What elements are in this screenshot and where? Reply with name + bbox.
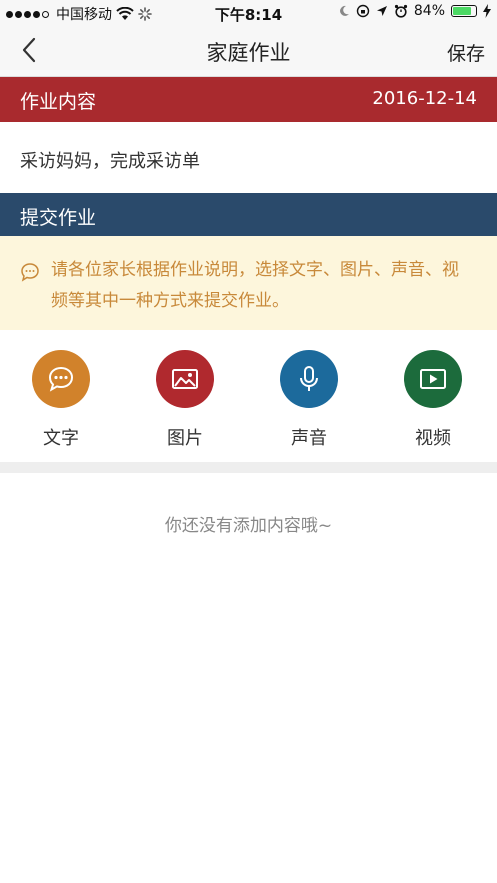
video-method-label: 视频	[415, 428, 451, 449]
homework-description: 采访妈妈，完成采访单	[20, 151, 200, 172]
homework-content-header: 作业内容 2016-12-14	[0, 77, 497, 122]
empty-state-message: 你还没有添加内容哦~	[164, 516, 333, 536]
video-method-button[interactable]: 视频	[388, 350, 478, 450]
image-method-button[interactable]: 图片	[140, 350, 230, 450]
section-divider	[0, 462, 497, 473]
image-icon	[172, 369, 198, 389]
save-button[interactable]: 保存	[447, 39, 485, 66]
orientation-lock-icon	[356, 4, 370, 18]
homework-content-label: 作业内容	[20, 91, 97, 113]
microphone-icon	[300, 366, 318, 391]
moon-icon	[339, 5, 349, 16]
battery-percent: 84%	[413, 3, 445, 19]
alarm-icon	[394, 4, 407, 18]
audio-method-label: 声音	[291, 428, 327, 449]
speech-bubble-icon	[21, 263, 39, 282]
audio-method-button[interactable]: 声音	[264, 350, 354, 450]
submit-notice: 请各位家长根据作业说明，选择文字、图片、声音、视频等其中一种方式来提交作业。	[0, 236, 497, 330]
video-icon	[420, 369, 446, 389]
page-title: 家庭作业	[206, 41, 291, 65]
submit-homework-header: 提交作业	[0, 193, 497, 236]
charging-icon	[483, 4, 491, 18]
chat-icon	[48, 366, 74, 392]
battery-icon	[451, 5, 477, 17]
text-method-label: 文字	[43, 428, 79, 449]
audio-method-circle	[280, 350, 338, 408]
homework-date: 2016-12-14	[372, 88, 477, 109]
navigation-bar: 家庭作业 保存	[0, 26, 497, 77]
notice-text: 请各位家长根据作业说明，选择文字、图片、声音、视频等其中一种方式来提交作业。	[51, 260, 459, 311]
submit-homework-label: 提交作业	[20, 207, 97, 229]
image-method-circle	[156, 350, 214, 408]
text-method-button[interactable]: 文字	[16, 350, 106, 450]
status-icons: 84%	[338, 3, 491, 19]
image-method-label: 图片	[167, 428, 203, 449]
location-icon	[376, 6, 387, 16]
text-method-circle	[32, 350, 90, 408]
status-bar: 中国移动 下午8:14 84%	[0, 0, 497, 26]
submission-methods: 文字 图片 声音 视频	[0, 330, 497, 462]
video-method-circle	[404, 350, 462, 408]
